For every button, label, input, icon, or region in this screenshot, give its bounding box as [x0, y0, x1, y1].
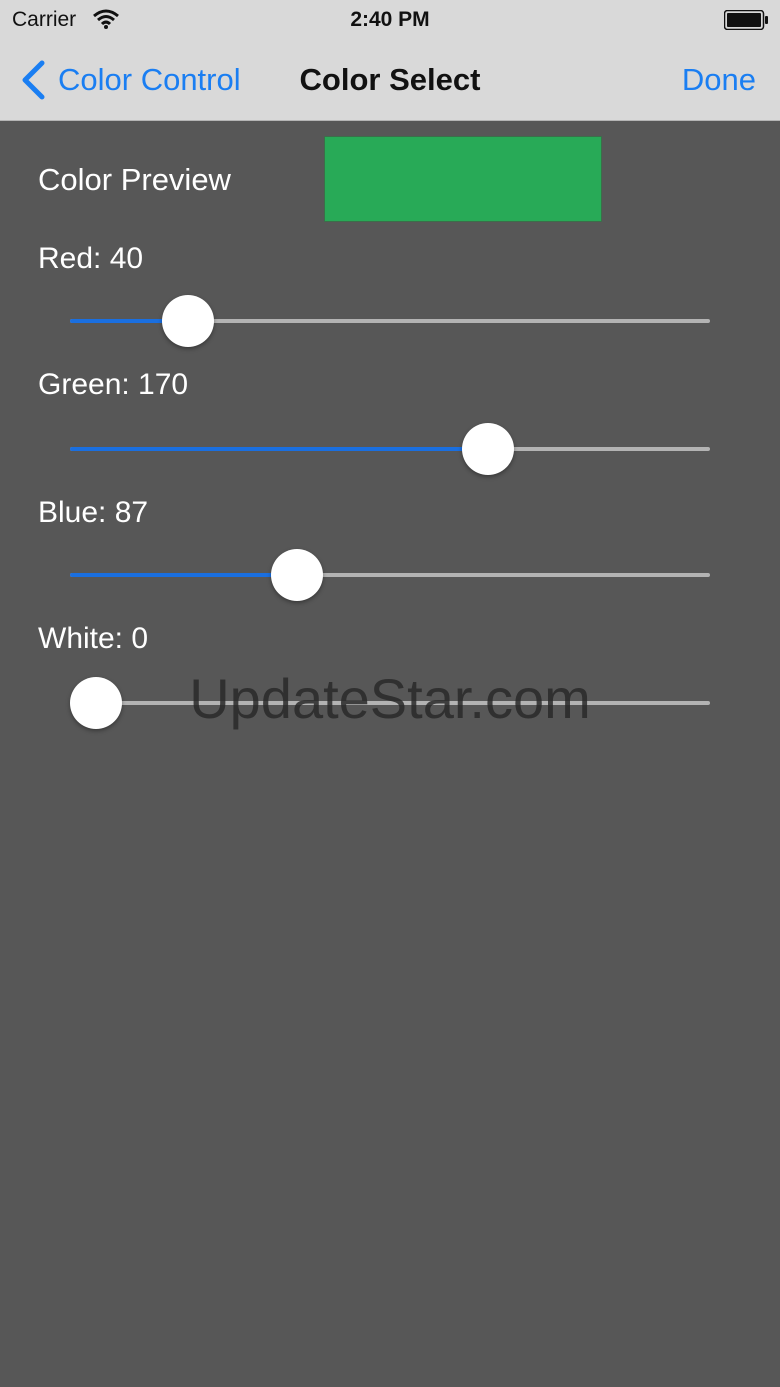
status-bar: Carrier 2:40 PM — [0, 0, 780, 40]
done-button[interactable]: Done — [682, 62, 756, 98]
status-time: 2:40 PM — [350, 8, 430, 31]
slider-thumb[interactable] — [270, 549, 323, 601]
slider-thumb[interactable] — [70, 677, 122, 729]
slider-thumb[interactable] — [162, 295, 215, 347]
battery-icon — [724, 10, 768, 30]
page-title: Color Select — [299, 62, 481, 97]
green-slider-label: Green: 170 — [38, 368, 189, 401]
blue-slider[interactable] — [70, 549, 710, 601]
red-slider[interactable] — [70, 295, 710, 347]
green-slider[interactable] — [70, 423, 710, 475]
red-slider-label: Red: 40 — [38, 242, 144, 275]
white-slider[interactable] — [70, 677, 710, 729]
blue-slider-label: Blue: 87 — [38, 496, 149, 529]
color-preview-label: Color Preview — [38, 162, 231, 197]
slider-fill — [70, 447, 488, 451]
color-preview-swatch — [324, 136, 602, 222]
slider-fill — [70, 573, 297, 577]
slider-track — [70, 701, 710, 705]
slider-thumb[interactable] — [462, 423, 514, 475]
navigation-bar: Color Control Color Select Done — [0, 40, 780, 121]
white-slider-label: White: 0 — [38, 622, 149, 655]
